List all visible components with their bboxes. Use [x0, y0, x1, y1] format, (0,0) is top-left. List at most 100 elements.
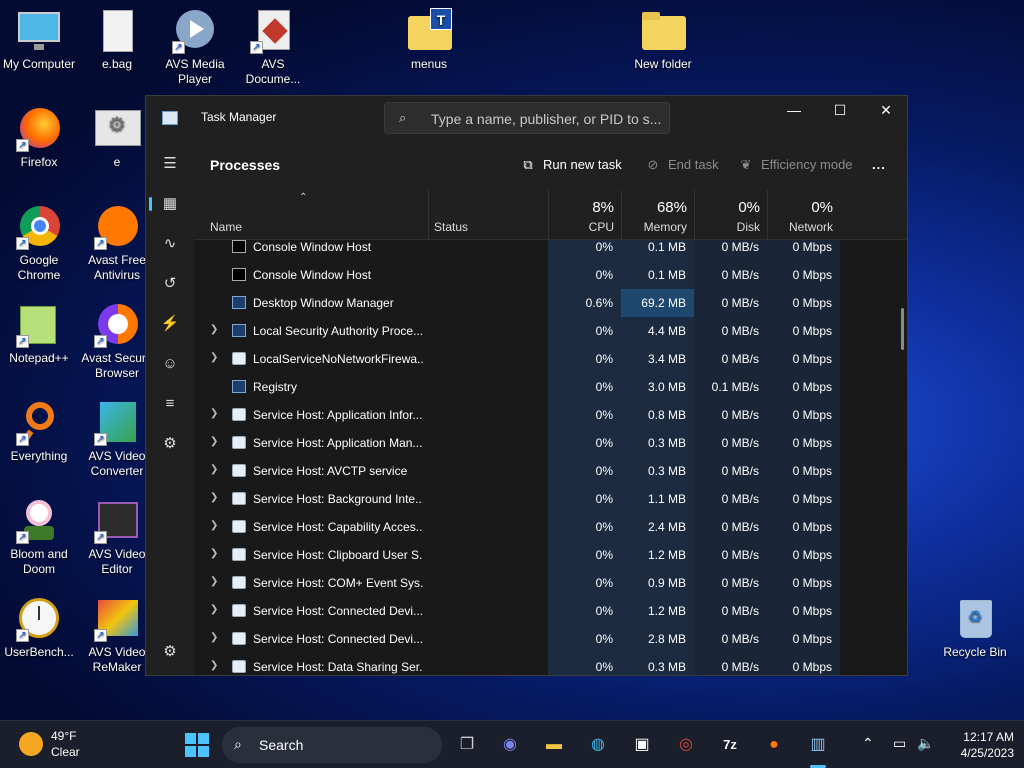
process-row[interactable]: ❯ Service Host: Capability Acces... 0% 2.4 … [194, 513, 907, 541]
taskbar-search-label: Search [259, 737, 304, 753]
microsoft-store-icon[interactable]: ▣ [628, 731, 656, 759]
column-header-disk[interactable]: 0% Disk [694, 190, 767, 240]
desktop-icon-firefox[interactable]: ↗ Firefox [0, 106, 78, 170]
processes-tab-icon[interactable]: ▦ [149, 188, 186, 220]
minimize-button[interactable]: — [771, 96, 817, 126]
avast-browser-icon: ↗ [94, 302, 140, 348]
process-name: Service Host: Data Sharing Ser... [253, 660, 423, 674]
process-row[interactable]: Desktop Window Manager 0.6% 69.2 MB 0 MB/s 0… [194, 289, 907, 317]
hamburger-menu-icon[interactable]: ☰ [154, 148, 186, 180]
expand-chevron-icon[interactable]: ❯ [210, 324, 220, 335]
desktop-icon-e-bag[interactable]: e.bag [78, 8, 156, 72]
settings-gear-icon[interactable]: ⚙ [154, 636, 186, 668]
desktop-icon-everything[interactable]: ↗ Everything [0, 400, 78, 464]
process-name: Service Host: Connected Devi... [253, 604, 423, 618]
expand-chevron-icon[interactable]: ❯ [210, 408, 220, 419]
avs-document-icon: ↗ [250, 8, 296, 54]
more-options-button[interactable]: ... [872, 152, 886, 178]
process-row[interactable]: ❯ Service Host: Application Infor... 0% 0.8… [194, 401, 907, 429]
expand-chevron-icon[interactable]: ❯ [210, 548, 220, 559]
expand-chevron-icon[interactable]: ❯ [210, 464, 220, 475]
file-explorer-icon[interactable]: ▬ [540, 731, 568, 759]
desktop-icon-label: AVS Docume... [245, 57, 301, 86]
system-clock[interactable]: 12:17 AM 4/25/2023 [942, 729, 1014, 761]
process-disk: 0 MB/s [694, 261, 767, 289]
process-row[interactable]: ❯ Service Host: Application Man... 0% 0.3 M… [194, 429, 907, 457]
expand-chevron-icon[interactable]: ❯ [210, 604, 220, 615]
desktop-icon-menus[interactable]: T menus [390, 8, 468, 72]
expand-chevron-icon[interactable]: ❯ [210, 520, 220, 531]
details-tab-icon[interactable]: ≡ [154, 388, 186, 420]
expand-chevron-icon[interactable]: ❯ [210, 352, 220, 363]
process-row[interactable]: ❯ Local Security Authority Proce... 0% 4.4 … [194, 317, 907, 345]
process-disk: 0 MB/s [694, 317, 767, 345]
desktop-icon-google-chrome[interactable]: ↗ Google Chrome [0, 204, 78, 283]
process-row[interactable]: ❯ LocalServiceNoNetworkFirewa... 0% 3.4 MB 0… [194, 345, 907, 373]
efficiency-mode-button[interactable]: ❦ Efficiency mode [737, 152, 853, 178]
page-title: Processes [210, 157, 281, 173]
console-icon [232, 240, 246, 253]
edge-icon[interactable]: ◍ [584, 731, 612, 759]
chat-icon[interactable]: ◉ [496, 731, 524, 759]
chrome-icon[interactable]: ◎ [672, 731, 700, 759]
7zip-icon[interactable]: 7z [716, 731, 744, 759]
desktop-icon-my-computer[interactable]: My Computer [0, 8, 78, 72]
task-view-icon[interactable]: ❐ [453, 731, 481, 759]
expand-chevron-icon[interactable]: ❯ [210, 576, 220, 587]
process-row[interactable]: ❯ Service Host: Connected Devi... 0% 1.2 MB… [194, 597, 907, 625]
process-row[interactable]: Console Window Host 0% 0.1 MB 0 MB/s 0 Mbps [194, 240, 907, 261]
video-editor-icon: ↗ [94, 498, 140, 544]
desktop-icon-notepad-plus-plus[interactable]: ↗ Notepad++ [0, 302, 78, 366]
app-history-tab-icon[interactable]: ↺ [154, 268, 186, 300]
startup-apps-tab-icon[interactable]: ⚡ [154, 308, 186, 340]
task-manager-taskbar-icon[interactable]: ▥ [804, 731, 832, 759]
desktop-icon-label: AVS Media Player [165, 57, 225, 86]
run-task-icon: ⧉ [523, 157, 533, 172]
desktop-icon-userbench[interactable]: ↗ UserBench... [0, 596, 78, 660]
process-row[interactable]: ❯ Service Host: Data Sharing Ser... 0% 0.3 … [194, 653, 907, 675]
taskbar-search[interactable]: ⌕ Search [222, 727, 442, 763]
column-header-cpu[interactable]: 8% CPU [548, 190, 621, 240]
desktop-icon-new-folder[interactable]: New folder [624, 8, 702, 72]
clock-time: 12:17 AM [963, 730, 1014, 744]
process-row[interactable]: Registry 0% 3.0 MB 0.1 MB/s 0 Mbps [194, 373, 907, 401]
service-gear-icon [232, 492, 246, 505]
scrollbar[interactable] [901, 308, 904, 350]
show-hidden-icons-chevron-icon[interactable]: ⌃ [862, 735, 874, 752]
desktop-icon-bloom-and-doom[interactable]: ↗ Bloom and Doom [0, 498, 78, 577]
run-new-task-button[interactable]: ⧉ Run new task [519, 152, 621, 178]
process-row[interactable]: ❯ Service Host: AVCTP service 0% 0.3 MB 0 MB… [194, 457, 907, 485]
column-header-network[interactable]: 0% Network [767, 190, 840, 240]
process-name: LocalServiceNoNetworkFirewa... [253, 352, 423, 366]
column-header-memory[interactable]: 68% Memory [621, 190, 694, 240]
expand-chevron-icon[interactable]: ❯ [210, 436, 220, 447]
firefox-icon[interactable]: ● [760, 731, 788, 759]
users-tab-icon[interactable]: ☺ [154, 348, 186, 380]
maximize-button[interactable]: ☐ [817, 96, 863, 126]
desktop-icon-avs-media-player[interactable]: ↗ AVS Media Player [156, 8, 234, 87]
process-disk: 0.1 MB/s [694, 373, 767, 401]
column-header-name[interactable]: Name [194, 190, 428, 240]
title-bar[interactable]: Task Manager ⌕ — ☐ ✕ [146, 96, 907, 140]
desktop-icon-recycle-bin[interactable]: ♻ Recycle Bin [936, 596, 1014, 660]
expand-chevron-icon[interactable]: ❯ [210, 660, 220, 671]
services-tab-icon[interactable]: ⚙ [154, 428, 186, 460]
search-input[interactable] [431, 109, 661, 129]
expand-chevron-icon[interactable]: ❯ [210, 492, 220, 503]
column-header-status[interactable]: Status [428, 190, 548, 240]
desktop-icon-avs-document[interactable]: ↗ AVS Docume... [234, 8, 312, 87]
process-row[interactable]: ❯ Service Host: Background Inte... 0% 1.1 M… [194, 485, 907, 513]
expand-chevron-icon[interactable]: ❯ [210, 632, 220, 643]
network-icon[interactable]: ▭ [893, 735, 906, 752]
process-row[interactable]: ❯ Service Host: COM+ Event Sys... 0% 0.9 MB… [194, 569, 907, 597]
volume-icon[interactable]: 🔈 [917, 735, 934, 752]
process-row[interactable]: ❯ Service Host: Clipboard User S... 0% 1.2 … [194, 541, 907, 569]
process-row[interactable]: Console Window Host 0% 0.1 MB 0 MB/s 0 Mbps [194, 261, 907, 289]
performance-tab-icon[interactable]: ∿ [154, 228, 186, 260]
process-row[interactable]: ❯ Service Host: Connected Devi... 0% 2.8 MB… [194, 625, 907, 653]
end-task-button[interactable]: ⊘ End task [644, 152, 719, 178]
close-button[interactable]: ✕ [863, 96, 907, 126]
start-button[interactable] [185, 733, 209, 757]
service-gear-icon [232, 352, 246, 365]
search-box[interactable]: ⌕ [384, 102, 670, 134]
